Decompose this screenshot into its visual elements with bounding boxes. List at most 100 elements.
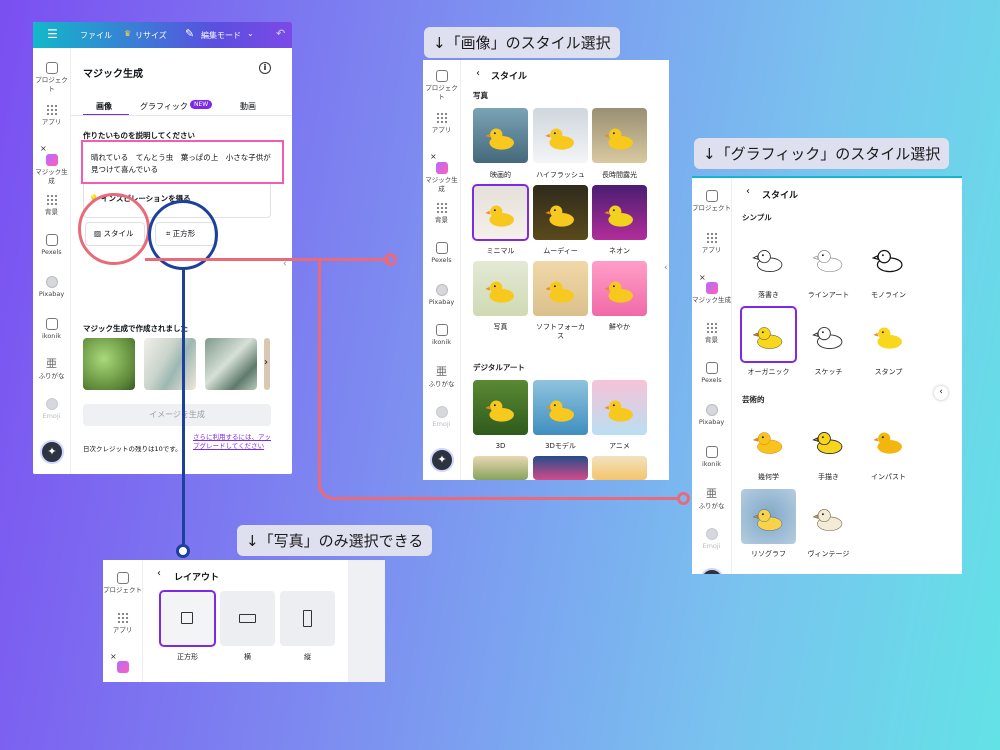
rail-projects[interactable]: プロジェクト — [33, 62, 70, 94]
layout-portrait-option[interactable] — [280, 591, 335, 646]
rail-label: マジック生成 — [692, 296, 731, 304]
rail-furigana[interactable]: 亜ふりがな — [423, 366, 460, 389]
sample-thumbnail[interactable] — [205, 338, 257, 390]
graphic-style-tile[interactable] — [801, 412, 856, 467]
rail-projects[interactable]: プロジェクト — [423, 70, 460, 102]
photo-style-tile[interactable] — [473, 261, 528, 316]
rail-emoji[interactable]: Emoji — [692, 528, 731, 551]
tab-image[interactable]: 画像 — [96, 101, 112, 112]
upgrade-link[interactable]: さらに利用するには、アップグレードしてください — [193, 433, 273, 451]
rail-pexels[interactable]: Pexels — [423, 242, 460, 265]
connector-line — [145, 258, 390, 261]
layout-landscape-option[interactable] — [220, 591, 275, 646]
folder-icon — [116, 572, 129, 584]
sample-thumbnail[interactable] — [83, 338, 135, 390]
graphic-style-tile[interactable] — [801, 307, 856, 362]
rail-pexels[interactable]: Pexels — [33, 234, 70, 257]
back-chevron-icon[interactable]: ‹ — [476, 68, 480, 79]
photo-style-tile[interactable] — [533, 108, 588, 163]
rail-pixabay[interactable]: Pixabay — [33, 276, 70, 299]
magic-assistant-button[interactable]: ✦ — [430, 448, 454, 472]
sample-thumbnail[interactable] — [144, 338, 196, 390]
layout-square-option[interactable] — [159, 590, 216, 647]
chevron-down-icon[interactable]: ⌄ — [247, 29, 254, 38]
edit-mode-menu[interactable]: 編集モード — [201, 30, 241, 41]
info-icon[interactable]: i — [259, 62, 271, 74]
rail-pixabay[interactable]: Pixabay — [423, 284, 460, 307]
photo-style-tile[interactable] — [473, 108, 528, 163]
panel-title: マジック生成 — [83, 69, 143, 80]
rail-apps[interactable]: アプリ — [423, 112, 460, 135]
rail-furigana[interactable]: 亜ふりがな — [33, 358, 70, 381]
graphic-style-tile[interactable] — [861, 307, 916, 362]
magic-assistant-button[interactable]: ✦ — [700, 568, 724, 574]
digital-style-tile[interactable] — [592, 380, 647, 435]
graphic-style-tile[interactable] — [861, 412, 916, 467]
photo-style-tile[interactable] — [533, 185, 588, 240]
chevron-right-icon[interactable]: › — [264, 357, 268, 368]
rail-projects[interactable]: プロジェクト — [692, 190, 731, 213]
graphic-style-tile[interactable] — [801, 489, 856, 544]
rail-magic[interactable] — [103, 661, 142, 675]
graphic-style-tile[interactable] — [801, 230, 856, 285]
back-chevron-icon[interactable]: ‹ — [157, 568, 161, 579]
photo-style-tile[interactable] — [533, 261, 588, 316]
rail-apps[interactable]: アプリ — [103, 612, 142, 635]
rail-ikonik[interactable]: ikonik — [692, 446, 731, 469]
rail-magic[interactable]: マジック生成 — [423, 162, 460, 194]
rail-apps[interactable]: アプリ — [692, 232, 731, 255]
rail-background[interactable]: 背景 — [33, 194, 70, 217]
tab-graphic[interactable]: グラフィック — [140, 101, 188, 112]
photo-style-tile[interactable] — [472, 184, 529, 241]
file-menu[interactable]: ファイル — [80, 30, 112, 41]
rail-magic[interactable]: マジック生成 — [692, 282, 731, 305]
style-caption: 長時間露光 — [602, 171, 637, 179]
rail-emoji[interactable]: Emoji — [423, 406, 460, 429]
collapse-handle[interactable]: ‹ — [934, 386, 948, 400]
digital-style-tile[interactable] — [533, 380, 588, 435]
rail-background[interactable]: 背景 — [423, 202, 460, 225]
resize-menu[interactable]: リサイズ — [135, 30, 167, 41]
rail-apps[interactable]: アプリ — [33, 104, 70, 127]
emoji-icon — [705, 528, 718, 540]
layout-caption: 縦 — [304, 653, 311, 661]
close-icon[interactable]: × — [110, 652, 117, 661]
collapse-handle[interactable]: ‹ — [664, 263, 668, 273]
square-icon — [181, 612, 193, 624]
graphic-style-label: ↓「グラフィック」のスタイル選択 — [694, 138, 950, 169]
photo-style-tile[interactable] — [592, 261, 647, 316]
graphic-style-tile[interactable] — [741, 412, 796, 467]
graphic-style-tile[interactable] — [861, 230, 916, 285]
rail-projects[interactable]: プロジェクト — [103, 572, 142, 595]
graphic-style-tile[interactable] — [741, 230, 796, 285]
graphic-style-tile[interactable] — [740, 306, 797, 363]
photo-style-tile[interactable] — [592, 108, 647, 163]
rail-pexels[interactable]: Pexels — [692, 362, 731, 385]
digital-style-tile[interactable] — [592, 456, 647, 480]
back-chevron-icon[interactable]: ‹ — [746, 186, 750, 197]
rail-emoji[interactable]: Emoji — [33, 398, 70, 421]
digital-style-tile[interactable] — [533, 456, 588, 480]
photo-style-tile[interactable] — [592, 185, 647, 240]
magic-icon — [705, 282, 718, 294]
rail-background[interactable]: 背景 — [692, 322, 731, 345]
digital-style-tile[interactable] — [473, 380, 528, 435]
rail-ikonik[interactable]: ikonik — [423, 324, 460, 347]
rail-ikonik[interactable]: ikonik — [33, 318, 70, 341]
generate-button[interactable]: イメージを生成 — [83, 404, 271, 426]
menu-icon[interactable]: ☰ — [47, 27, 58, 41]
undo-icon[interactable]: ↶ — [276, 27, 285, 40]
rail-magic[interactable]: マジック生成 — [33, 154, 70, 186]
graphic-style-tile[interactable] — [741, 489, 796, 544]
tab-video[interactable]: 動画 — [240, 101, 256, 112]
close-icon[interactable]: × — [40, 144, 47, 153]
rail-furigana[interactable]: 亜ふりがな — [692, 488, 731, 511]
rail-label: アプリ — [41, 118, 62, 126]
close-icon[interactable]: × — [430, 152, 437, 161]
apps-icon — [435, 112, 448, 124]
camera-icon — [45, 318, 58, 330]
rail-pixabay[interactable]: Pixabay — [692, 404, 731, 427]
magic-assistant-button[interactable]: ✦ — [40, 440, 64, 464]
close-icon[interactable]: × — [699, 273, 706, 282]
digital-style-tile[interactable] — [473, 456, 528, 480]
